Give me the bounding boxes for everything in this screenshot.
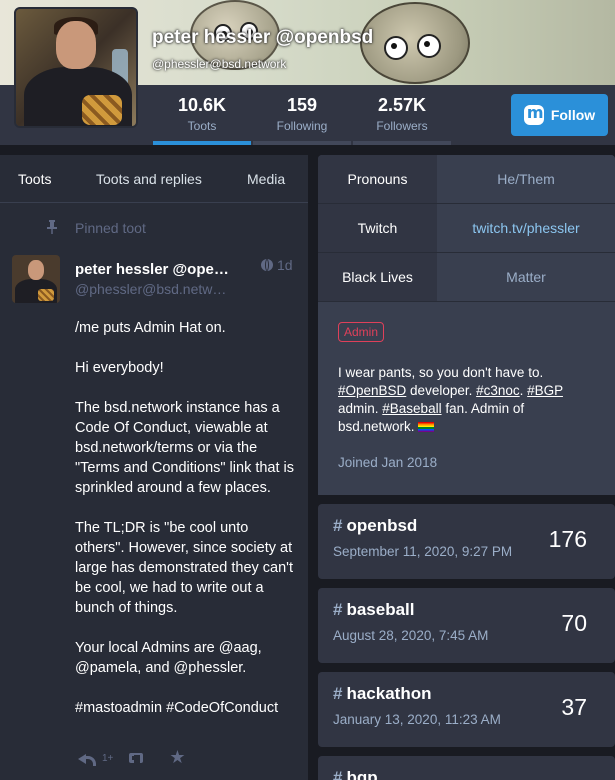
hashtag-date: August 28, 2020, 7:45 AM — [333, 628, 489, 643]
counter-following[interactable]: 159 Following — [253, 85, 351, 145]
reply-icon — [78, 751, 98, 766]
boost-icon[interactable] — [129, 751, 147, 765]
counter-value: 2.57K — [377, 95, 427, 115]
hashtag-icon: # — [333, 516, 343, 535]
hashtag-count: 70 — [561, 610, 587, 636]
follow-button-label: Follow — [550, 107, 596, 123]
hashtag-count: 37 — [561, 694, 587, 720]
counter-label: Following — [276, 119, 328, 133]
status-paragraph: /me puts Admin Hat on. — [75, 320, 226, 336]
hashtag-name: openbsd — [346, 516, 418, 535]
status-content: /me puts Admin Hat on. Hi everybody! The… — [75, 318, 297, 738]
hashtag-name: hackathon — [346, 684, 432, 703]
featured-hashtag-card[interactable]: # openbsd September 11, 2020, 9:27 PM 176 — [318, 504, 615, 579]
field-value-link[interactable]: twitch.tv/phessler — [437, 204, 615, 252]
rainbow-flag-icon — [417, 422, 434, 433]
status-paragraph: Your local Admins are @aag, @pamela, and… — [75, 640, 262, 676]
bio-text: I wear pants, so you don't have to. — [338, 365, 544, 380]
pinned-label: Pinned toot — [75, 220, 146, 236]
hashtag-icon: # — [333, 768, 343, 780]
pufferfish-illustration — [360, 2, 470, 84]
reply-count: 1+ — [102, 752, 114, 764]
follow-button[interactable]: Follow — [511, 94, 608, 136]
hashtag-link[interactable]: #OpenBSD — [338, 383, 406, 398]
status-author-acct[interactable]: @phessler@bsd.network — [75, 281, 230, 297]
featured-hashtag-card[interactable]: # baseball August 28, 2020, 7:45 AM 70 — [318, 588, 615, 663]
counter-value: 10.6K — [177, 95, 227, 115]
field-name: Pronouns — [318, 155, 437, 203]
field-value: Matter — [437, 253, 615, 301]
joined-date: Joined Jan 2018 — [338, 455, 438, 470]
counter-label: Followers — [376, 119, 428, 133]
tab-toots[interactable]: Toots — [18, 155, 51, 203]
field-value: He/Them — [437, 155, 615, 203]
hashtag-date: January 13, 2020, 11:23 AM — [333, 712, 501, 727]
admin-badge: Admin — [338, 322, 385, 342]
status-time-label: 1d — [277, 257, 293, 273]
status-avatar[interactable] — [12, 255, 60, 303]
hashtag-link[interactable]: #BGP — [527, 383, 563, 398]
profile-fields: Pronouns He/Them Twitch twitch.tv/phessl… — [318, 155, 615, 495]
bio-text: developer. — [406, 383, 477, 398]
hashtag-link[interactable]: #c3noc — [476, 383, 520, 398]
profile-field-row: Twitch twitch.tv/phessler — [318, 204, 615, 253]
featured-hashtag-card[interactable]: # bgp — [318, 756, 615, 780]
mastodon-icon — [523, 103, 544, 125]
counter-followers[interactable]: 2.57K Followers — [353, 85, 451, 145]
reply-button[interactable]: 1+ — [78, 751, 114, 766]
profile-display-name: peter hessler @openbsd — [152, 27, 374, 48]
status-paragraph: The bsd.network instance has a Code Of C… — [75, 400, 295, 496]
hashtag-icon: # — [333, 600, 343, 619]
tab-media[interactable]: Media — [247, 155, 285, 203]
status-action-bar: 1+ ★ — [78, 747, 186, 769]
counter-value: 159 — [286, 95, 318, 115]
hashtag-count: 176 — [548, 526, 587, 552]
timeline-column: Toots Toots and replies Media Pinned too… — [0, 155, 308, 780]
profile-bio: Admin I wear pants, so you don't have to… — [318, 302, 615, 495]
profile-avatar[interactable] — [14, 7, 138, 128]
pinned-indicator: Pinned toot — [0, 215, 308, 241]
counter-label: Toots — [187, 119, 217, 133]
counter-toots[interactable]: 10.6K Toots — [153, 85, 251, 145]
status-paragraph: Hi everybody! — [75, 360, 164, 376]
field-name: Twitch — [318, 204, 437, 252]
bio-text: admin. — [338, 401, 383, 416]
hashtag-name: baseball — [346, 600, 415, 619]
profile-field-row: Pronouns He/Them — [318, 155, 615, 204]
star-icon[interactable]: ★ — [169, 749, 185, 767]
hashtag-link[interactable]: #Baseball — [382, 401, 441, 416]
pin-icon — [47, 220, 57, 234]
hashtag-date: September 11, 2020, 9:27 PM — [333, 544, 513, 559]
status-paragraph: The TL;DR is "be cool unto others". Howe… — [75, 520, 293, 616]
tab-toots-and-replies[interactable]: Toots and replies — [96, 155, 202, 203]
bio-note: I wear pants, so you don't have to. #Ope… — [338, 364, 598, 436]
hashtag-name: bgp — [346, 768, 378, 780]
profile-acct: @phessler@bsd.network — [152, 57, 287, 71]
featured-hashtag-card[interactable]: # hackathon January 13, 2020, 11:23 AM 37 — [318, 672, 615, 747]
status-timestamp[interactable]: 1d — [261, 257, 293, 273]
profile-field-row: Black Lives Matter — [318, 253, 615, 302]
hashtag-icon: # — [333, 684, 343, 703]
field-name: Black Lives — [318, 253, 437, 301]
status-hashtags[interactable]: #mastoadmin #CodeOfConduct — [75, 698, 297, 718]
globe-icon — [261, 259, 273, 271]
timeline-tabs: Toots Toots and replies Media — [0, 155, 308, 203]
status-author-name[interactable]: peter hessler @openbsd — [75, 261, 230, 278]
